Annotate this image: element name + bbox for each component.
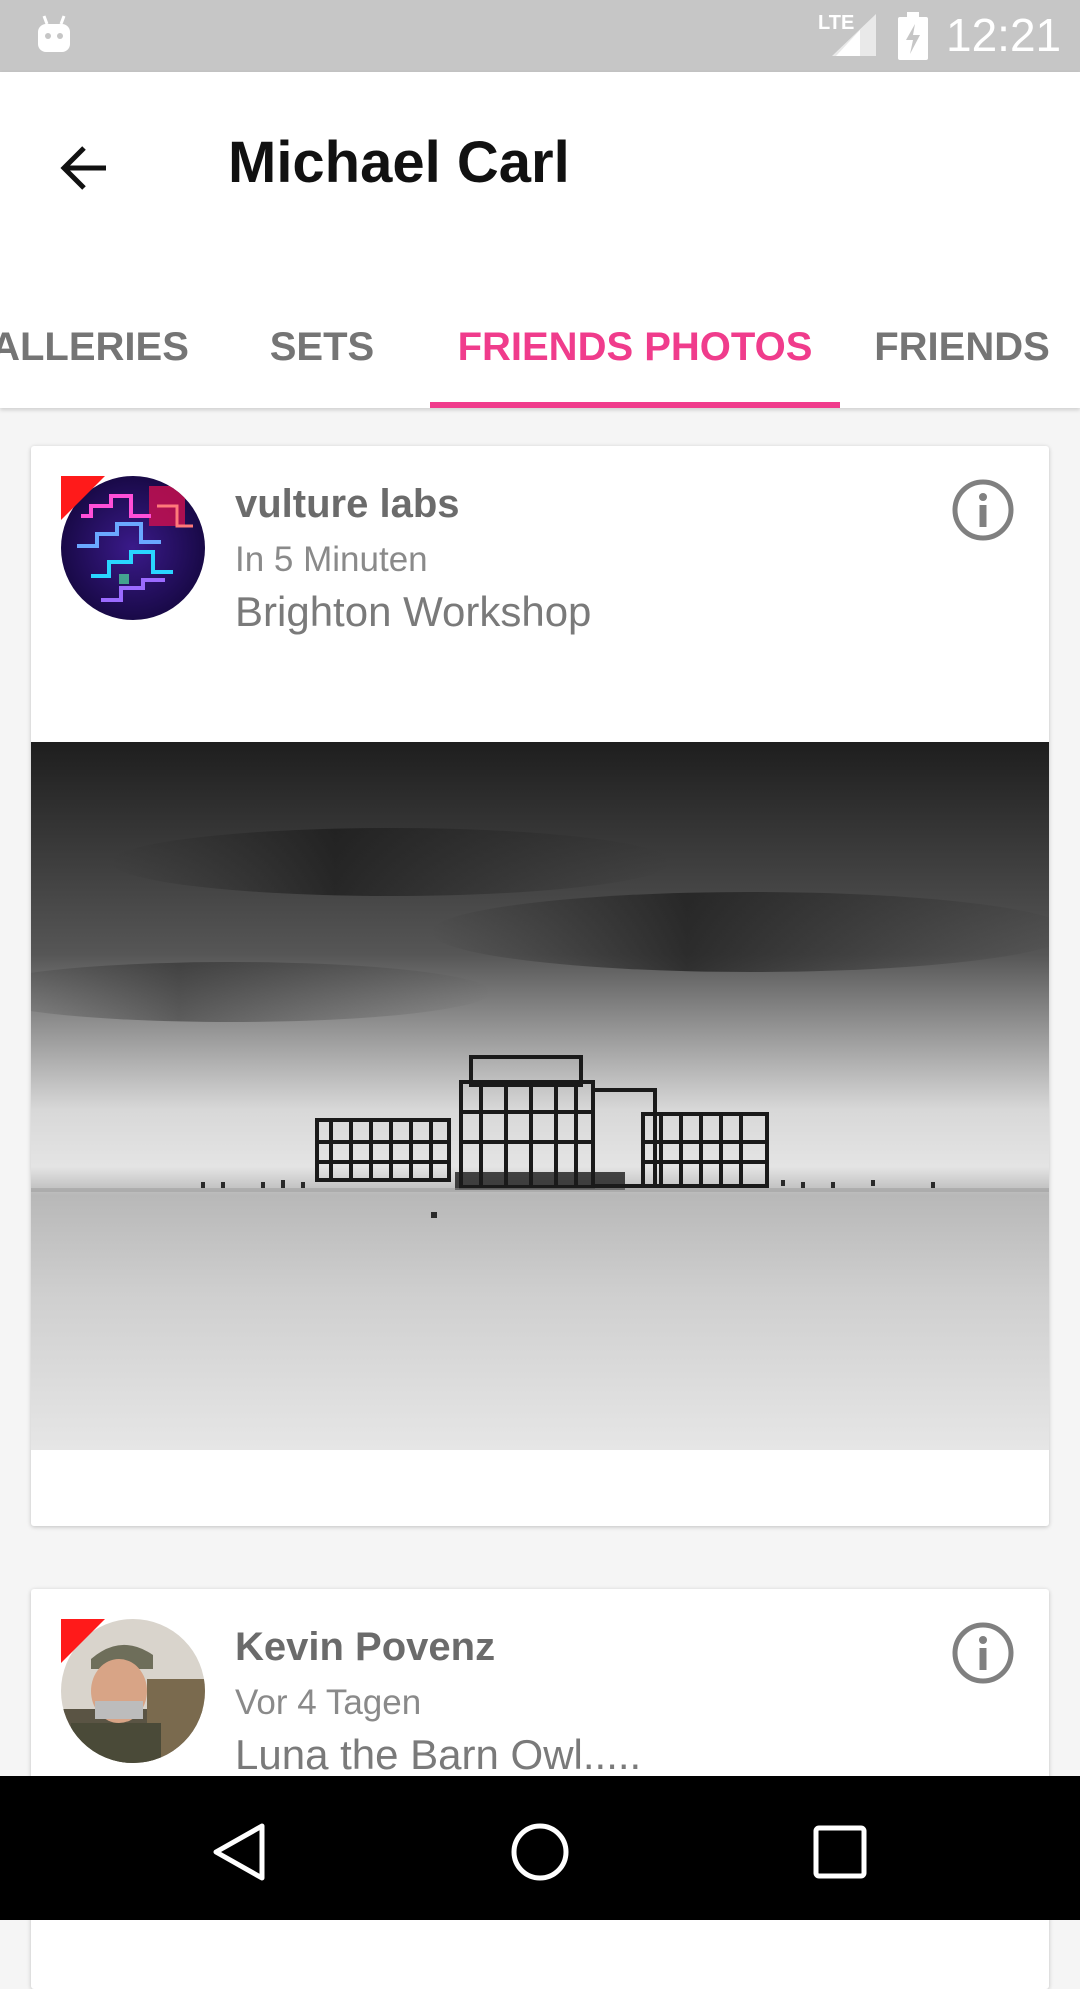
arrow-left-icon	[60, 146, 106, 190]
tab-friends-photos[interactable]: FRIENDS PHOTOS	[430, 286, 840, 408]
back-button[interactable]	[40, 122, 130, 212]
page-title: Michael Carl	[228, 130, 570, 195]
tab-galleries[interactable]: ALLERIES	[0, 286, 210, 408]
back-triangle-icon[interactable]	[200, 1812, 280, 1892]
status-time: 12:21	[946, 9, 1062, 61]
friend-photo[interactable]	[31, 742, 1049, 1450]
network-type-label: LTE	[818, 12, 855, 34]
feed-card[interactable]: vulture labs In 5 Minuten Brighton Works…	[31, 446, 1049, 1526]
card-caption: Brighton Workshop	[235, 588, 592, 635]
new-item-flag	[61, 476, 105, 520]
card-timestamp: Vor 4 Tagen	[235, 1683, 422, 1722]
card-timestamp: In 5 Minuten	[235, 540, 428, 579]
battery-charging-icon	[898, 12, 928, 60]
app-bar: Michael Carl ALLERIES SETS FRIENDS PHOTO…	[0, 72, 1080, 408]
card-caption: Luna the Barn Owl.....	[235, 1731, 642, 1778]
card-author-name[interactable]: Kevin Povenz	[235, 1625, 495, 1670]
status-bar: LTE 12:21	[0, 0, 1080, 72]
tab-bar: ALLERIES SETS FRIENDS PHOTOS FRIENDS	[0, 286, 1080, 408]
tab-friends[interactable]: FRIENDS	[862, 286, 1062, 408]
android-icon	[38, 15, 70, 52]
tab-sets[interactable]: SETS	[232, 286, 412, 408]
recents-square-icon[interactable]	[800, 1812, 880, 1892]
card-author-name[interactable]: vulture labs	[235, 482, 460, 527]
info-icon[interactable]	[951, 478, 1015, 542]
home-circle-icon[interactable]	[500, 1812, 580, 1892]
new-item-flag	[61, 1619, 105, 1663]
info-icon[interactable]	[951, 1621, 1015, 1685]
active-tab-indicator	[430, 402, 840, 408]
navigation-bar	[0, 1776, 1080, 1920]
